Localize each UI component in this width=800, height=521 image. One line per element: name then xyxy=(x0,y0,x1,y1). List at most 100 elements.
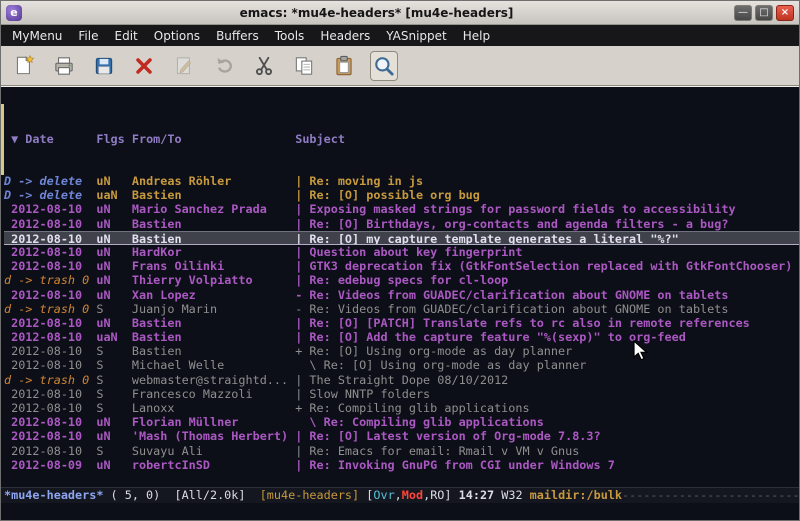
paste-button[interactable] xyxy=(331,52,357,80)
menu-item-yasnippet[interactable]: YASnippet xyxy=(378,27,455,45)
cell-date: 2012-08-10 xyxy=(4,232,96,245)
cell-subject: | Re: Invoking GnuPG from CGI under Wind… xyxy=(295,458,615,472)
message-row[interactable]: d -> trash 0 S Juanjo Marin - Re: Videos… xyxy=(4,302,799,316)
modeline-plain: ( 5, 0) [All/2.0k] xyxy=(103,488,259,502)
message-row[interactable]: 2012-08-10 S Lanoxx + Re: Compiling glib… xyxy=(4,401,799,415)
message-row[interactable]: 2012-08-10 uaN Bastien | Re: [O] Add the… xyxy=(4,330,799,344)
menu-item-help[interactable]: Help xyxy=(455,27,498,45)
modeline-plain: ] xyxy=(444,488,458,502)
cell-subject: | Re: [O] my capture template generates … xyxy=(295,232,679,245)
menu-item-options[interactable]: Options xyxy=(146,27,208,45)
titlebar[interactable]: e emacs: *mu4e-headers* [mu4e-headers] —… xyxy=(1,1,799,25)
message-row[interactable]: 2012-08-10 uN Bastien | Re: [O] my captu… xyxy=(4,231,799,245)
header-line[interactable]: ▼ Date Flgs From/To Subject xyxy=(4,130,799,146)
message-row[interactable]: 2012-08-10 uN Mario Sanchez Prada | Expo… xyxy=(4,202,799,216)
cell-subject: \ Re: Compiling glib applications xyxy=(295,415,544,429)
message-row[interactable]: D -> delete uN Andreas Röhler | Re: movi… xyxy=(4,174,799,188)
message-row[interactable]: 2012-08-10 S Suvayu Ali | Re: Emacs for … xyxy=(4,444,799,458)
cell-date: 2012-08-09 xyxy=(4,458,96,472)
message-row[interactable]: d -> trash 0 S webmaster@straightd... | … xyxy=(4,373,799,387)
cell-date: 2012-08-10 xyxy=(4,245,96,259)
undo-icon xyxy=(212,54,236,78)
cell-flags: uaN xyxy=(96,188,132,202)
cell-subject: | Re: [O] Latest version of Org-mode 7.8… xyxy=(295,429,600,443)
message-row[interactable]: 2012-08-10 uN HardKor | Question about k… xyxy=(4,245,799,259)
save-as-button xyxy=(171,52,197,80)
cell-date: d -> trash 0 xyxy=(4,273,96,287)
cut-icon xyxy=(252,54,276,78)
save-as-icon xyxy=(172,54,196,78)
cell-date: 2012-08-10 xyxy=(4,344,96,358)
cell-subject: | Slow NNTP folders xyxy=(295,387,430,401)
cut-button[interactable] xyxy=(251,52,277,80)
message-row[interactable]: 2012-08-10 uN Bastien | Re: [O] [PATCH] … xyxy=(4,316,799,330)
menu-item-file[interactable]: File xyxy=(70,27,106,45)
cell-from: Juanjo Marin xyxy=(132,302,295,316)
cell-from: Lanoxx xyxy=(132,401,295,415)
close-button[interactable]: × xyxy=(776,5,794,21)
modeline-path: maildir:/bulk xyxy=(530,488,622,502)
menu-item-buffers[interactable]: Buffers xyxy=(208,27,267,45)
message-row[interactable]: d -> trash 0 uN Thierry Volpiatto | Re: … xyxy=(4,273,799,287)
cell-flags: uN xyxy=(96,174,132,188)
message-row[interactable]: 2012-08-10 uN Bastien | Re: [O] Birthday… xyxy=(4,217,799,231)
message-row[interactable]: 2012-08-10 uN Frans Oilinki | GTK3 depre… xyxy=(4,259,799,273)
cell-subject: | Question about key fingerprint xyxy=(295,245,522,259)
search-button[interactable] xyxy=(371,52,397,80)
cell-subject: \ Re: [O] Using org-mode as day planner xyxy=(295,358,586,372)
window-title: emacs: *mu4e-headers* [mu4e-headers] xyxy=(22,6,731,20)
column-from: From/To xyxy=(132,132,295,146)
menu-item-edit[interactable]: Edit xyxy=(107,27,146,45)
message-row[interactable]: 2012-08-10 S Michael Welle \ Re: [O] Usi… xyxy=(4,358,799,372)
copy-button[interactable] xyxy=(291,52,317,80)
buffer-area[interactable]: ▼ Date Flgs From/To Subject D -> delete … xyxy=(1,86,799,487)
echo-area[interactable] xyxy=(1,503,799,520)
cell-from: Frans Oilinki xyxy=(132,259,295,273)
message-row[interactable]: 2012-08-10 S Bastien + Re: [O] Using org… xyxy=(4,344,799,358)
cell-flags: uN xyxy=(96,217,132,231)
undo-button xyxy=(211,52,237,80)
column-subject: Subject xyxy=(295,132,345,146)
cell-from: Andreas Röhler xyxy=(132,174,295,188)
cell-flags: S xyxy=(96,387,132,401)
scrollbar-thumb[interactable] xyxy=(1,104,4,175)
emacs-window: e emacs: *mu4e-headers* [mu4e-headers] —… xyxy=(0,0,800,521)
message-row[interactable]: 2012-08-10 uN Xan Lopez - Re: Videos fro… xyxy=(4,288,799,302)
minimize-button[interactable]: — xyxy=(734,5,752,21)
modeline-major: [mu4e-headers] xyxy=(260,488,359,502)
cell-date: 2012-08-10 xyxy=(4,358,96,372)
cell-from: Florian Müllner xyxy=(132,415,295,429)
toolbar xyxy=(1,46,799,86)
cell-from: Bastien xyxy=(132,217,295,231)
print-button[interactable] xyxy=(51,52,77,80)
cell-date: 2012-08-10 xyxy=(4,330,96,344)
menu-item-mymenu[interactable]: MyMenu xyxy=(4,27,70,45)
paste-icon xyxy=(332,54,356,78)
message-row[interactable]: 2012-08-10 uN 'Mash (Thomas Herbert) | R… xyxy=(4,429,799,443)
cell-flags: uaN xyxy=(96,330,132,344)
message-row[interactable]: D -> delete uaN Bastien | Re: [O] possib… xyxy=(4,188,799,202)
cell-from: Michael Welle xyxy=(132,358,295,372)
cell-date: 2012-08-10 xyxy=(4,415,96,429)
menu-item-headers[interactable]: Headers xyxy=(312,27,378,45)
close-buffer-button[interactable] xyxy=(131,52,157,80)
maximize-button[interactable]: □ xyxy=(755,5,773,21)
new-file-icon xyxy=(12,54,36,78)
modeline-plain: [ xyxy=(359,488,373,502)
cell-date: 2012-08-10 xyxy=(4,217,96,231)
save-icon xyxy=(92,54,116,78)
cell-flags: S xyxy=(96,401,132,415)
message-row[interactable]: 2012-08-10 S Francesco Mazzoli | Slow NN… xyxy=(4,387,799,401)
message-row[interactable]: 2012-08-09 uN robertcInSD | Re: Invoking… xyxy=(4,458,799,472)
cell-flags: uN xyxy=(96,202,132,216)
cell-flags: uN xyxy=(96,458,132,472)
modeline[interactable]: *mu4e-headers* ( 5, 0) [All/2.0k] [mu4e-… xyxy=(1,487,799,503)
cell-from: Bastien xyxy=(132,232,295,245)
cell-date: 2012-08-10 xyxy=(4,429,96,443)
new-file-button[interactable] xyxy=(11,52,37,80)
cell-from: Mario Sanchez Prada xyxy=(132,202,295,216)
menu-item-tools[interactable]: Tools xyxy=(267,27,313,45)
cell-flags: uN xyxy=(96,288,132,302)
message-row[interactable]: 2012-08-10 uN Florian Müllner \ Re: Comp… xyxy=(4,415,799,429)
save-button[interactable] xyxy=(91,52,117,80)
